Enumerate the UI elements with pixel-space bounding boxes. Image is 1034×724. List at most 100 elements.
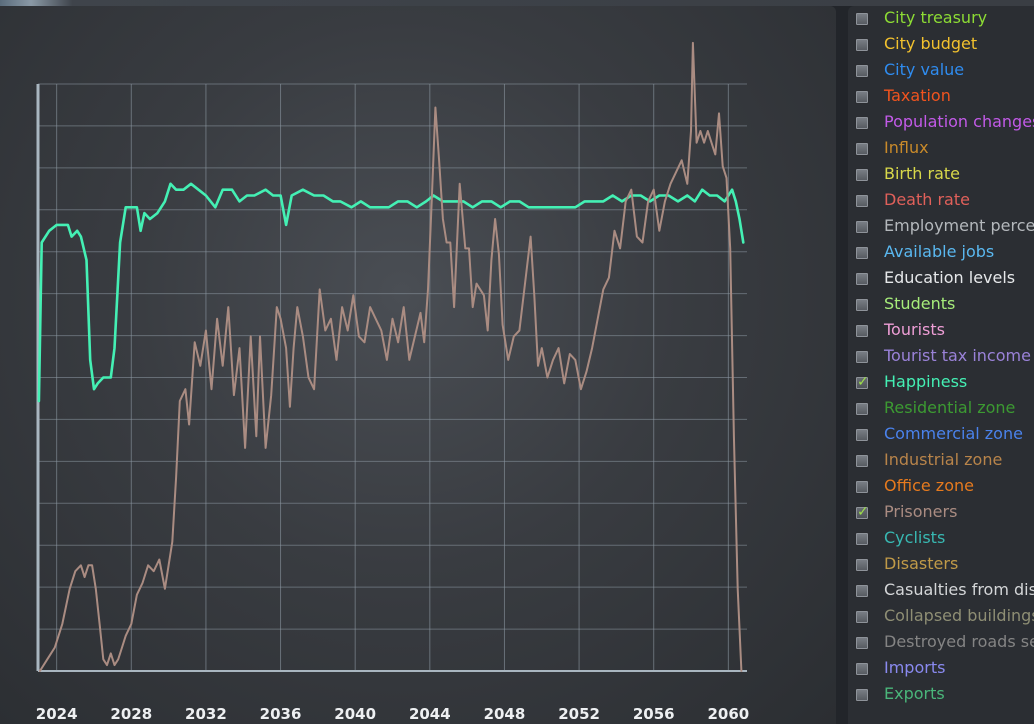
checkbox-icon[interactable] bbox=[855, 350, 869, 364]
legend-label: Industrial zone bbox=[884, 450, 1003, 469]
legend-item-prisoners[interactable]: ✓ Prisoners bbox=[848, 501, 1034, 525]
x-tick-label: 2056 bbox=[633, 705, 675, 723]
legend-label: Employment perce bbox=[884, 216, 1034, 235]
legend-item-taxation[interactable]: Taxation bbox=[848, 85, 1034, 109]
checkbox-icon[interactable] bbox=[855, 454, 869, 468]
checkbox-icon[interactable] bbox=[855, 64, 869, 78]
checkbox-icon[interactable] bbox=[855, 90, 869, 104]
legend-item-destroyed-roads-se[interactable]: Destroyed roads se bbox=[848, 631, 1034, 655]
legend-item-employment-perce[interactable]: Employment perce bbox=[848, 215, 1034, 239]
legend-label: Happiness bbox=[884, 372, 968, 391]
graph-panel: 2024 2028 2032 2036 2040 2044 2048 2052 2056 2060 bbox=[0, 6, 836, 724]
series-line-happiness bbox=[37, 182, 745, 403]
legend-panel: City treasury City budget City value Taxati… bbox=[848, 6, 1034, 724]
checkbox-icon[interactable] bbox=[855, 168, 869, 182]
legend-item-city-budget[interactable]: City budget bbox=[848, 33, 1034, 57]
checkbox-icon[interactable] bbox=[855, 636, 869, 650]
chart-grid bbox=[36, 83, 747, 672]
legend-item-death-rate[interactable]: Death rate bbox=[848, 189, 1034, 213]
legend-item-available-jobs[interactable]: Available jobs bbox=[848, 241, 1034, 265]
checkbox-icon[interactable] bbox=[855, 220, 869, 234]
x-tick-label: 2048 bbox=[484, 705, 526, 723]
legend-label: Birth rate bbox=[884, 164, 960, 183]
x-tick-label: 2060 bbox=[707, 705, 749, 723]
legend-item-industrial-zone[interactable]: Industrial zone bbox=[848, 449, 1034, 473]
checkbox-icon[interactable] bbox=[855, 142, 869, 156]
legend-item-city-value[interactable]: City value bbox=[848, 59, 1034, 83]
checkbox-icon[interactable] bbox=[855, 428, 869, 442]
legend-label: Casualties from dis bbox=[884, 580, 1034, 599]
checkbox-icon[interactable] bbox=[855, 402, 869, 416]
legend-label: Commercial zone bbox=[884, 424, 1023, 443]
x-tick-label: 2040 bbox=[334, 705, 376, 723]
legend-item-city-treasury[interactable]: City treasury bbox=[848, 7, 1034, 31]
legend-item-education-levels[interactable]: Education levels bbox=[848, 267, 1034, 291]
checkbox-icon[interactable] bbox=[855, 610, 869, 624]
legend-item-office-zone[interactable]: Office zone bbox=[848, 475, 1034, 499]
legend-item-students[interactable]: Students bbox=[848, 293, 1034, 317]
checkbox-icon[interactable] bbox=[855, 246, 869, 260]
legend-item-imports[interactable]: Imports bbox=[848, 657, 1034, 681]
x-tick-label: 2024 bbox=[36, 705, 78, 723]
checkbox-icon[interactable] bbox=[855, 12, 869, 26]
x-tick-label: 2036 bbox=[260, 705, 302, 723]
legend-label: Office zone bbox=[884, 476, 974, 495]
checkbox-icon[interactable] bbox=[855, 688, 869, 702]
checkbox-icon[interactable] bbox=[855, 558, 869, 572]
x-tick-label: 2044 bbox=[409, 705, 451, 723]
legend-label: Death rate bbox=[884, 190, 970, 209]
x-tick-label: 2028 bbox=[110, 705, 152, 723]
checkmark-icon: ✓ bbox=[857, 504, 869, 520]
legend-label: Imports bbox=[884, 658, 946, 677]
legend-label: Destroyed roads se bbox=[884, 632, 1034, 651]
legend-label: City treasury bbox=[884, 8, 988, 27]
legend-item-commercial-zone[interactable]: Commercial zone bbox=[848, 423, 1034, 447]
checkbox-icon[interactable]: ✓ bbox=[855, 504, 869, 520]
legend-item-casualties-from-dis[interactable]: Casualties from dis bbox=[848, 579, 1034, 603]
legend-item-population-changes[interactable]: Population changes bbox=[848, 111, 1034, 135]
checkbox-icon[interactable] bbox=[855, 324, 869, 338]
legend-label: Disasters bbox=[884, 554, 959, 573]
legend-item-happiness[interactable]: ✓ Happiness bbox=[848, 371, 1034, 395]
legend-label: Education levels bbox=[884, 268, 1016, 287]
legend-label: Influx bbox=[884, 138, 929, 157]
checkbox-icon[interactable] bbox=[855, 298, 869, 312]
chart-series bbox=[37, 41, 745, 672]
legend-item-tourists[interactable]: Tourists bbox=[848, 319, 1034, 343]
legend-item-collapsed-buildings[interactable]: Collapsed buildings bbox=[848, 605, 1034, 629]
checkbox-icon[interactable] bbox=[855, 532, 869, 546]
checkbox-icon[interactable] bbox=[855, 480, 869, 494]
x-tick-label: 2052 bbox=[558, 705, 600, 723]
checkbox-icon[interactable] bbox=[855, 272, 869, 286]
chart-x-axis: 2024 2028 2032 2036 2040 2044 2048 2052 2056 2060 bbox=[36, 705, 749, 723]
legend-item-cyclists[interactable]: Cyclists bbox=[848, 527, 1034, 551]
legend-label: Cyclists bbox=[884, 528, 946, 547]
statistics-chart: 2024 2028 2032 2036 2040 2044 2048 2052 2056 2060 bbox=[36, 41, 749, 723]
checkbox-icon[interactable] bbox=[855, 662, 869, 676]
checkbox-icon[interactable] bbox=[855, 584, 869, 598]
series-line-prisoners bbox=[38, 41, 743, 672]
legend-label: Residential zone bbox=[884, 398, 1016, 417]
legend-label: Exports bbox=[884, 684, 945, 703]
legend-item-influx[interactable]: Influx bbox=[848, 137, 1034, 161]
legend-item-birth-rate[interactable]: Birth rate bbox=[848, 163, 1034, 187]
legend-label: Prisoners bbox=[884, 502, 958, 521]
legend-label: Available jobs bbox=[884, 242, 995, 261]
legend-item-exports[interactable]: Exports bbox=[848, 683, 1034, 707]
legend-label: Collapsed buildings bbox=[884, 606, 1034, 625]
checkbox-icon[interactable]: ✓ bbox=[855, 374, 869, 390]
checkbox-icon[interactable] bbox=[855, 38, 869, 52]
checkbox-icon[interactable] bbox=[855, 116, 869, 130]
checkmark-icon: ✓ bbox=[857, 374, 869, 390]
legend-label: Tourist tax income bbox=[884, 346, 1031, 365]
legend-label: Students bbox=[884, 294, 956, 313]
legend-label: Population changes bbox=[884, 112, 1034, 131]
legend-item-disasters[interactable]: Disasters bbox=[848, 553, 1034, 577]
checkbox-icon[interactable] bbox=[855, 194, 869, 208]
legend-label: City value bbox=[884, 60, 965, 79]
legend-label: City budget bbox=[884, 34, 978, 53]
legend-item-residential-zone[interactable]: Residential zone bbox=[848, 397, 1034, 421]
legend-label: Taxation bbox=[884, 86, 951, 105]
x-tick-label: 2032 bbox=[185, 705, 227, 723]
legend-item-tourist-tax-income[interactable]: Tourist tax income bbox=[848, 345, 1034, 369]
